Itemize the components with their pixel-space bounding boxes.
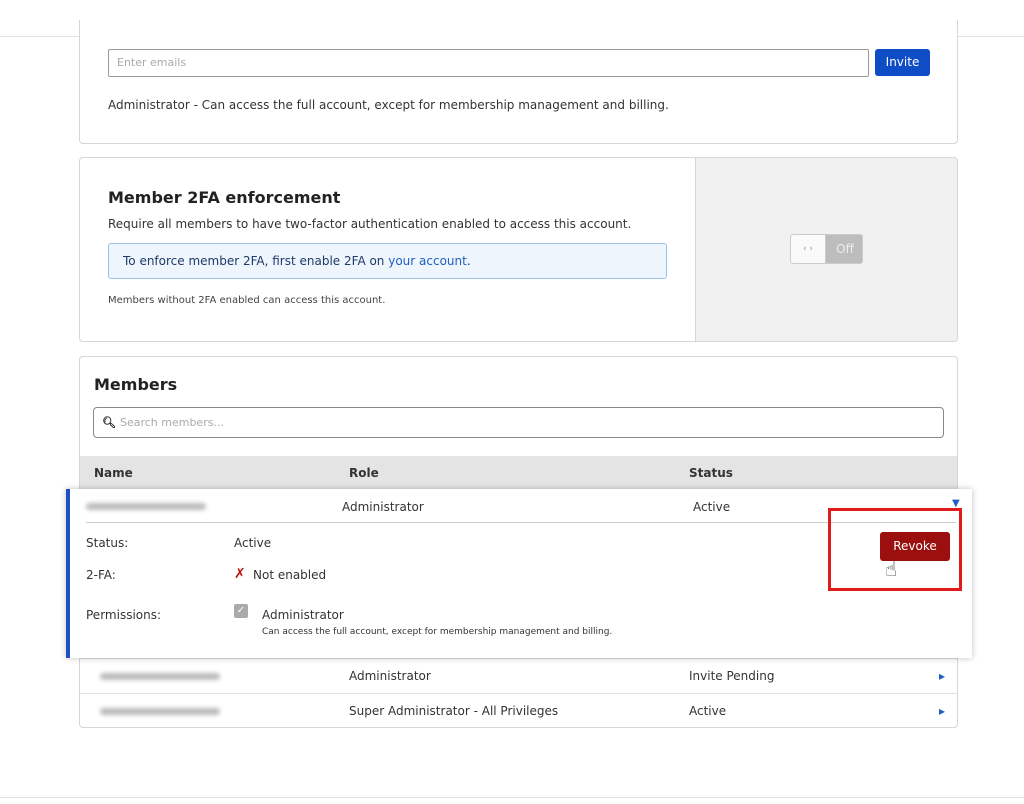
permission-name: Administrator xyxy=(262,608,344,622)
search-placeholder: Search members... xyxy=(119,416,224,429)
chevron-right-icon[interactable]: ▸ xyxy=(939,704,945,718)
table-header: Name Role Status xyxy=(80,456,957,490)
toggle-state: Off xyxy=(836,242,854,256)
footer-divider xyxy=(0,797,1024,798)
twofa-value: Not enabled xyxy=(253,568,327,582)
redacted-name xyxy=(100,708,220,715)
invite-button[interactable]: Invite xyxy=(875,49,930,76)
twofa-card: Member 2FA enforcement Require all membe… xyxy=(79,157,958,342)
hand-cursor-icon: ☝︎ xyxy=(885,557,898,581)
divider xyxy=(86,522,956,523)
twofa-title: Member 2FA enforcement xyxy=(108,188,341,207)
twofa-label: 2-FA: xyxy=(86,568,116,582)
twofa-description: Require all members to have two-factor a… xyxy=(108,217,632,231)
info-text: To enforce member 2FA, first enable 2FA … xyxy=(123,254,389,268)
members-title: Members xyxy=(94,375,178,394)
column-status[interactable]: Status xyxy=(689,466,733,480)
row-role: Administrator xyxy=(349,669,431,683)
checkbox-icon[interactable]: ✓ xyxy=(234,604,248,618)
twofa-note: Members without 2FA enabled can access t… xyxy=(108,295,386,306)
row-role: Super Administrator - All Privileges xyxy=(349,704,559,718)
x-icon: ✗ xyxy=(234,566,246,582)
twofa-info-box: To enforce member 2FA, first enable 2FA … xyxy=(108,243,667,279)
redacted-name xyxy=(100,673,220,680)
table-row[interactable]: Administrator Invite Pending ▸ xyxy=(80,658,957,693)
permissions-label: Permissions: xyxy=(86,608,162,622)
redacted-name xyxy=(86,503,206,510)
search-icon: 🔍︎ xyxy=(102,416,116,429)
twofa-toggle[interactable]: ‹ › Off xyxy=(790,234,863,264)
chevron-right-icon[interactable]: ▸ xyxy=(939,669,945,683)
column-role[interactable]: Role xyxy=(349,466,379,480)
row-role: Administrator xyxy=(342,500,424,514)
column-name[interactable]: Name xyxy=(94,466,133,480)
info-suffix: . xyxy=(466,254,471,268)
row-status: Active xyxy=(693,500,731,514)
status-label: Status: xyxy=(86,536,129,550)
search-members-input[interactable]: 🔍︎ Search members... xyxy=(93,407,944,438)
toggle-knob: ‹ › xyxy=(791,235,826,263)
your-account-link[interactable]: your account xyxy=(388,254,467,268)
row-status: Active xyxy=(689,704,727,718)
permission-description: Can access the full account, except for … xyxy=(262,627,613,637)
role-description: Administrator - Can access the full acco… xyxy=(108,98,669,112)
status-value: Active xyxy=(234,536,272,550)
invite-card: Enter emails Invite Administrator - Can … xyxy=(79,20,958,144)
table-row[interactable]: Super Administrator - All Privileges Act… xyxy=(80,693,957,728)
row-status: Invite Pending xyxy=(689,669,775,683)
email-input[interactable]: Enter emails xyxy=(108,49,869,77)
